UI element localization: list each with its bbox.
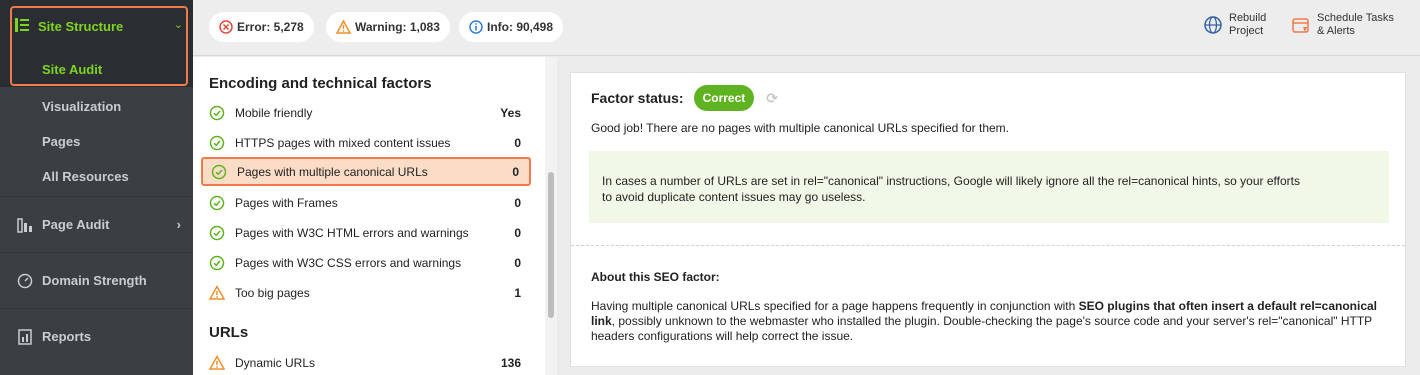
- note-line-2: to avoid duplicate content issues may go…: [602, 190, 866, 204]
- list-item-label: Pages with Frames: [235, 196, 338, 210]
- schedule-tasks-button[interactable]: Schedule Tasks & Alerts: [1291, 12, 1394, 38]
- list-item-value: 1: [514, 286, 521, 300]
- check-circle-icon: [209, 255, 225, 271]
- status-message: Good job! There are no pages with multip…: [591, 121, 1010, 135]
- info-count-label: Info: 90,498: [487, 20, 554, 34]
- list-item[interactable]: Pages with W3C HTML errors and warnings …: [201, 219, 531, 247]
- list-item[interactable]: Pages with W3C CSS errors and warnings 0: [201, 249, 531, 277]
- error-icon: [219, 20, 233, 34]
- check-circle-icon: [209, 195, 225, 211]
- factor-status-row: Factor status: Correct ⟳: [591, 85, 778, 111]
- info-note: In cases a number of URLs are set in rel…: [589, 151, 1389, 223]
- check-circle-icon: [209, 225, 225, 241]
- toolbar: Error: 5,278 Warning: 1,083 Info: 90,498…: [193, 0, 1420, 56]
- list-item-label: HTTPS pages with mixed content issues: [235, 136, 451, 150]
- warning-icon: [209, 355, 225, 371]
- list-item-value: Yes: [500, 106, 521, 120]
- factor-status-label: Factor status:: [591, 90, 684, 106]
- list-item-value: 0: [514, 226, 521, 240]
- list-item-value: 0: [514, 256, 521, 270]
- calendar-alert-icon: [1291, 15, 1311, 35]
- list-item-label: Mobile friendly: [235, 106, 313, 120]
- divider: [571, 245, 1405, 246]
- sidebar-item-label: Visualization: [42, 99, 122, 114]
- warning-icon: [209, 285, 225, 301]
- error-count-label: Error: 5,278: [237, 20, 304, 34]
- list-item-label: Pages with W3C CSS errors and warnings: [235, 256, 462, 270]
- warning-count-button[interactable]: Warning: 1,083: [326, 12, 450, 42]
- about-text-pre: Having multiple canonical URLs specified…: [591, 299, 1079, 313]
- scrollbar-thumb[interactable]: [548, 172, 554, 318]
- schedule-label-line1: Schedule Tasks: [1317, 12, 1394, 24]
- info-count-button[interactable]: Info: 90,498: [459, 12, 564, 42]
- sidebar-item-label: Domain Strength: [42, 273, 147, 288]
- info-icon: [469, 20, 483, 34]
- factor-detail-panel: Factor status: Correct ⟳ Good job! There…: [570, 72, 1406, 367]
- warning-icon: [336, 20, 351, 34]
- list-item-selected[interactable]: Pages with multiple canonical URLs 0: [201, 157, 531, 186]
- about-heading: About this SEO factor:: [591, 270, 720, 284]
- globe-rebuild-icon: [1203, 15, 1223, 35]
- schedule-label-line2: & Alerts: [1317, 25, 1355, 37]
- sidebar-item-label: All Resources: [42, 169, 129, 184]
- list-item-label: Pages with W3C HTML errors and warnings: [235, 226, 469, 240]
- sidebar: Site Structure ⌄ Site Audit Visualizatio…: [0, 0, 193, 375]
- sidebar-item-reports[interactable]: Reports: [0, 308, 193, 364]
- rebuild-label-line2: Project: [1229, 25, 1264, 37]
- sidebar-item-domain-strength[interactable]: Domain Strength: [0, 252, 193, 308]
- sidebar-item-label: Pages: [42, 134, 81, 149]
- sidebar-header-label: Site Structure: [38, 18, 124, 34]
- check-circle-icon: [209, 135, 225, 151]
- list-item[interactable]: HTTPS pages with mixed content issues 0: [201, 129, 531, 157]
- refresh-icon[interactable]: ⟳: [766, 90, 778, 107]
- site-structure-icon: [14, 17, 30, 36]
- sidebar-item-site-structure[interactable]: Site Structure ⌄: [0, 0, 193, 52]
- list-item[interactable]: Dynamic URLs 136: [201, 349, 531, 375]
- list-item[interactable]: Too big pages 1: [201, 279, 531, 307]
- sidebar-item-label: Site Audit: [42, 62, 103, 77]
- list-item-value: 0: [514, 196, 521, 210]
- note-line-1: In cases a number of URLs are set in rel…: [602, 174, 1300, 188]
- sidebar-item-label: Reports: [42, 329, 92, 344]
- factor-list: Encoding and technical factors Mobile fr…: [193, 57, 548, 375]
- check-circle-icon: [209, 105, 225, 121]
- sidebar-item-visualization[interactable]: Visualization: [0, 89, 193, 124]
- sidebar-item-label: Page Audit: [42, 217, 110, 232]
- list-item-value: 0: [512, 164, 519, 179]
- sidebar-item-pages[interactable]: Pages: [0, 124, 193, 159]
- check-circle-icon: [211, 164, 227, 180]
- gauge-icon: [16, 272, 34, 290]
- about-text-post: , possibly unknown to the webmaster who …: [591, 314, 1372, 343]
- list-item-label: Too big pages: [235, 286, 310, 300]
- list-item[interactable]: Pages with Frames 0: [201, 189, 531, 217]
- list-item-value: 136: [500, 356, 521, 370]
- list-item-value: 0: [514, 136, 521, 150]
- rebuild-label-line1: Rebuild: [1229, 12, 1267, 24]
- rebuild-project-button[interactable]: Rebuild Project: [1203, 12, 1266, 38]
- about-text: Having multiple canonical URLs specified…: [591, 299, 1391, 344]
- status-badge[interactable]: Correct: [693, 85, 755, 111]
- chevron-right-icon: ›: [176, 217, 181, 232]
- page-audit-icon: [16, 216, 34, 234]
- sidebar-item-site-audit[interactable]: Site Audit: [0, 52, 193, 87]
- list-item-label: Pages with multiple canonical URLs: [237, 164, 428, 179]
- sidebar-item-page-audit[interactable]: Page Audit ›: [0, 196, 193, 252]
- sidebar-item-all-resources[interactable]: All Resources: [0, 159, 193, 194]
- chevron-down-icon: ⌄: [173, 19, 183, 31]
- list-item-label: Dynamic URLs: [235, 356, 316, 370]
- section-title-urls: URLs: [209, 324, 249, 341]
- error-count-button[interactable]: Error: 5,278: [209, 12, 314, 42]
- list-item[interactable]: Mobile friendly Yes: [201, 99, 531, 127]
- reports-icon: [16, 328, 34, 346]
- section-title-encoding: Encoding and technical factors: [209, 75, 432, 92]
- warning-count-label: Warning: 1,083: [355, 20, 440, 34]
- list-scrollbar[interactable]: [545, 57, 557, 375]
